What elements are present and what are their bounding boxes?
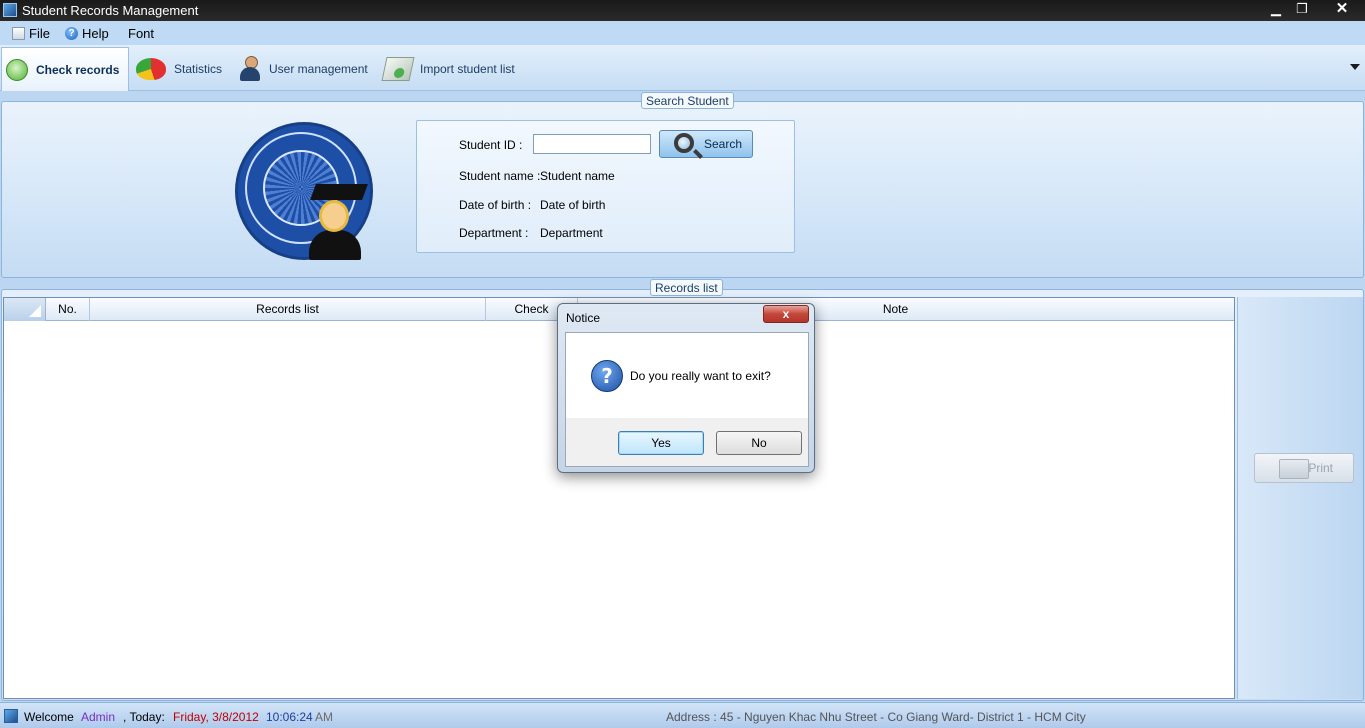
- tab-import-student-list[interactable]: Import student list: [380, 47, 520, 91]
- welcome-label: Welcome: [24, 710, 74, 724]
- university-seal-logo: [235, 122, 373, 260]
- ribbon-tabs: Check records Statistics User management…: [0, 45, 1365, 91]
- maximize-button[interactable]: ❐: [1290, 1, 1314, 18]
- search-student-group-label: Search Student: [641, 92, 734, 109]
- menu-font-label: Font: [128, 26, 155, 41]
- help-icon: ?: [65, 27, 78, 40]
- student-name-value: Student name: [540, 169, 615, 183]
- menu-help[interactable]: ? Help: [65, 26, 109, 41]
- no-button[interactable]: No: [716, 431, 802, 455]
- menu-file-label: File: [29, 26, 50, 41]
- tab-label: Check records: [36, 62, 120, 77]
- file-icon: [12, 27, 25, 40]
- tab-statistics[interactable]: Statistics: [132, 47, 227, 91]
- today-label: , Today:: [123, 710, 165, 724]
- tab-user-management[interactable]: User management: [235, 47, 375, 91]
- tab-label: User management: [269, 62, 368, 76]
- date-of-birth-label: Date of birth :: [459, 198, 532, 212]
- chevron-down-icon[interactable]: [1350, 64, 1360, 70]
- search-icon: [674, 133, 694, 153]
- records-list-group-label: Records list: [650, 279, 723, 296]
- date-of-birth-value: Date of birth: [540, 198, 606, 212]
- question-icon: ?: [591, 360, 623, 392]
- menu-font[interactable]: Font: [128, 26, 154, 41]
- current-user: Admin: [81, 710, 116, 724]
- tab-check-records[interactable]: Check records: [1, 47, 129, 91]
- graduate-icon: [307, 184, 368, 260]
- column-header-no[interactable]: No.: [46, 298, 90, 321]
- search-button-label: Search: [703, 137, 742, 151]
- user-management-icon: [239, 56, 261, 82]
- tab-label: Import student list: [420, 62, 515, 76]
- search-button[interactable]: Search: [659, 130, 753, 158]
- column-header-records-list[interactable]: Records list: [90, 298, 486, 321]
- menu-file[interactable]: File: [12, 26, 50, 41]
- address-text: Address : 45 - Nguyen Khac Nhu Street - …: [666, 710, 1086, 724]
- app-status-icon: [4, 709, 18, 723]
- dialog-close-button[interactable]: x: [763, 305, 809, 323]
- yes-button[interactable]: Yes: [618, 431, 704, 455]
- student-id-input[interactable]: [533, 134, 651, 154]
- notice-dialog: Notice x ? Do you really want to exit? Y…: [557, 303, 815, 473]
- minimize-button[interactable]: ▁: [1264, 1, 1288, 18]
- import-icon: [381, 57, 415, 81]
- current-date: Friday, 3/8/2012: [173, 710, 259, 724]
- select-all-corner[interactable]: [4, 298, 46, 321]
- close-button[interactable]: ✕: [1330, 1, 1354, 18]
- time-ampm: AM: [315, 710, 333, 724]
- student-id-label: Student ID :: [459, 138, 523, 152]
- current-time: 10:06:24: [266, 710, 313, 724]
- menu-bar: File ? Help Font: [0, 21, 1365, 45]
- department-label: Department :: [459, 226, 529, 240]
- window-title: Student Records Management: [22, 3, 199, 18]
- student-name-label: Student name :: [459, 169, 541, 183]
- title-bar: Student Records Management ▁ ❐ ✕: [0, 0, 1365, 21]
- dialog-title: Notice: [566, 311, 601, 325]
- check-records-icon: [6, 58, 28, 81]
- status-bar: Welcome Admin , Today: Friday, 3/8/2012 …: [0, 702, 1365, 728]
- statistics-icon: [136, 58, 166, 80]
- print-button[interactable]: Print: [1254, 453, 1354, 483]
- printer-icon: [1279, 459, 1309, 479]
- records-side-panel: [1237, 297, 1363, 699]
- print-button-label: Print: [1308, 461, 1333, 475]
- app-icon: [3, 3, 17, 17]
- menu-help-label: Help: [82, 26, 109, 41]
- department-value: Department: [540, 226, 603, 240]
- dialog-message: Do you really want to exit?: [630, 369, 771, 383]
- tab-label: Statistics: [174, 62, 223, 76]
